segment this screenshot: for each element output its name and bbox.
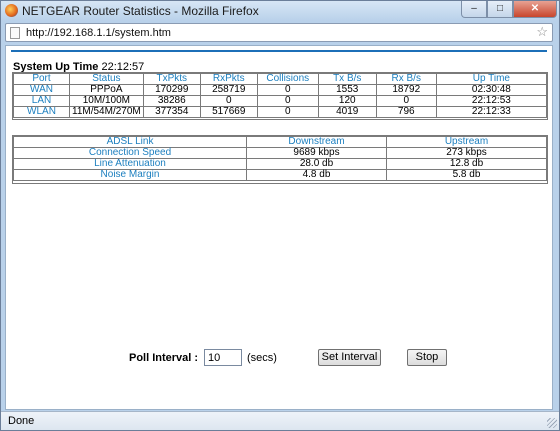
table-cell: PPPoA	[69, 84, 144, 96]
header-rule	[11, 50, 547, 52]
status-bar: Done	[1, 411, 559, 430]
column-header: ADSL Link	[13, 136, 247, 148]
column-header: Downstream	[246, 136, 387, 148]
adsl-stats-table: ADSL Link Downstream Upstream Connection…	[13, 136, 547, 181]
column-header: Status	[69, 73, 144, 85]
table-cell: 170299	[142, 84, 201, 96]
table-cell: 11M/54M/270M	[69, 106, 144, 118]
adsl-row-label: Line Attenuation	[13, 158, 247, 170]
table-cell: 0	[256, 84, 319, 96]
table-cell: 120	[317, 95, 377, 107]
title-bar[interactable]: NETGEAR Router Statistics - Mozilla Fire…	[1, 1, 559, 21]
column-header: Port	[13, 73, 70, 85]
table-cell: 02:30:48	[435, 84, 548, 96]
column-header: Up Time	[435, 73, 548, 85]
column-header: Tx B/s	[317, 73, 377, 85]
page-icon	[10, 27, 20, 39]
adsl-row-label: Noise Margin	[13, 169, 247, 181]
table-cell: 796	[375, 106, 437, 118]
browser-window: NETGEAR Router Statistics - Mozilla Fire…	[0, 0, 560, 431]
column-header: Rx B/s	[375, 73, 437, 85]
adsl-row-label: Connection Speed	[13, 147, 247, 159]
table-cell: 0	[256, 95, 319, 107]
column-header: Upstream	[386, 136, 547, 148]
set-interval-button[interactable]: Set Interval	[318, 349, 381, 366]
page-content: System Up Time 22:12:57 Port Status TxPk…	[5, 45, 553, 410]
resize-grip-icon[interactable]	[547, 418, 557, 428]
table-cell: 38286	[142, 95, 201, 107]
table-row: LAN 10M/100M 38286 0 0 120 0 22:12:53	[13, 95, 548, 107]
url-text[interactable]: http://192.168.1.1/system.htm	[26, 27, 171, 39]
table-cell: 12.8 db	[386, 158, 547, 170]
table-row: Noise Margin 4.8 db 5.8 db	[13, 169, 547, 181]
port-stats-table: Port Status TxPkts RxPkts Collisions Tx …	[13, 73, 548, 118]
port-name: LAN	[13, 95, 70, 107]
minimize-button[interactable]: ‒	[461, 1, 487, 18]
table-cell: 28.0 db	[246, 158, 387, 170]
table-header-row: Port Status TxPkts RxPkts Collisions Tx …	[13, 73, 548, 85]
table-cell: 4019	[317, 106, 377, 118]
table-cell: 18792	[375, 84, 437, 96]
poll-interval-input[interactable]	[204, 349, 242, 366]
table-row: WAN PPPoA 170299 258719 0 1553 18792 02:…	[13, 84, 548, 96]
window-controls: ‒ □ ✕	[461, 1, 557, 19]
table-cell: 5.8 db	[386, 169, 547, 181]
star-icon[interactable]: ☆	[536, 24, 548, 40]
column-header: TxPkts	[142, 73, 201, 85]
table-cell: 22:12:33	[435, 106, 548, 118]
table-row: Line Attenuation 28.0 db 12.8 db	[13, 158, 547, 170]
port-name: WLAN	[13, 106, 70, 118]
table-cell: 0	[375, 95, 437, 107]
firefox-icon	[5, 4, 18, 17]
table-cell: 273 kbps	[386, 147, 547, 159]
table-row: Connection Speed 9689 kbps 273 kbps	[13, 147, 547, 159]
table-cell: 10M/100M	[69, 95, 144, 107]
window-title: NETGEAR Router Statistics - Mozilla Fire…	[22, 4, 259, 18]
port-name: WAN	[13, 84, 70, 96]
table-cell: 4.8 db	[246, 169, 387, 181]
table-cell: 0	[256, 106, 319, 118]
poll-interval-label: Poll Interval :	[129, 352, 199, 364]
table-cell: 9689 kbps	[246, 147, 387, 159]
table-cell: 258719	[199, 84, 258, 96]
stop-button[interactable]: Stop	[407, 349, 447, 366]
column-header: RxPkts	[199, 73, 258, 85]
maximize-button[interactable]: □	[487, 1, 513, 18]
close-button[interactable]: ✕	[513, 1, 557, 18]
poll-interval-unit: (secs)	[247, 352, 277, 364]
table-header-row: ADSL Link Downstream Upstream	[13, 136, 547, 148]
table-cell: 517669	[199, 106, 258, 118]
table-cell: 1553	[317, 84, 377, 96]
column-header: Collisions	[256, 73, 319, 85]
address-bar[interactable]: http://192.168.1.1/system.htm ☆	[5, 23, 553, 42]
table-cell: 22:12:53	[435, 95, 548, 107]
table-cell: 0	[199, 95, 258, 107]
table-cell: 377354	[142, 106, 201, 118]
status-text: Done	[8, 415, 35, 427]
table-row: WLAN 11M/54M/270M 377354 517669 0 4019 7…	[13, 106, 548, 118]
